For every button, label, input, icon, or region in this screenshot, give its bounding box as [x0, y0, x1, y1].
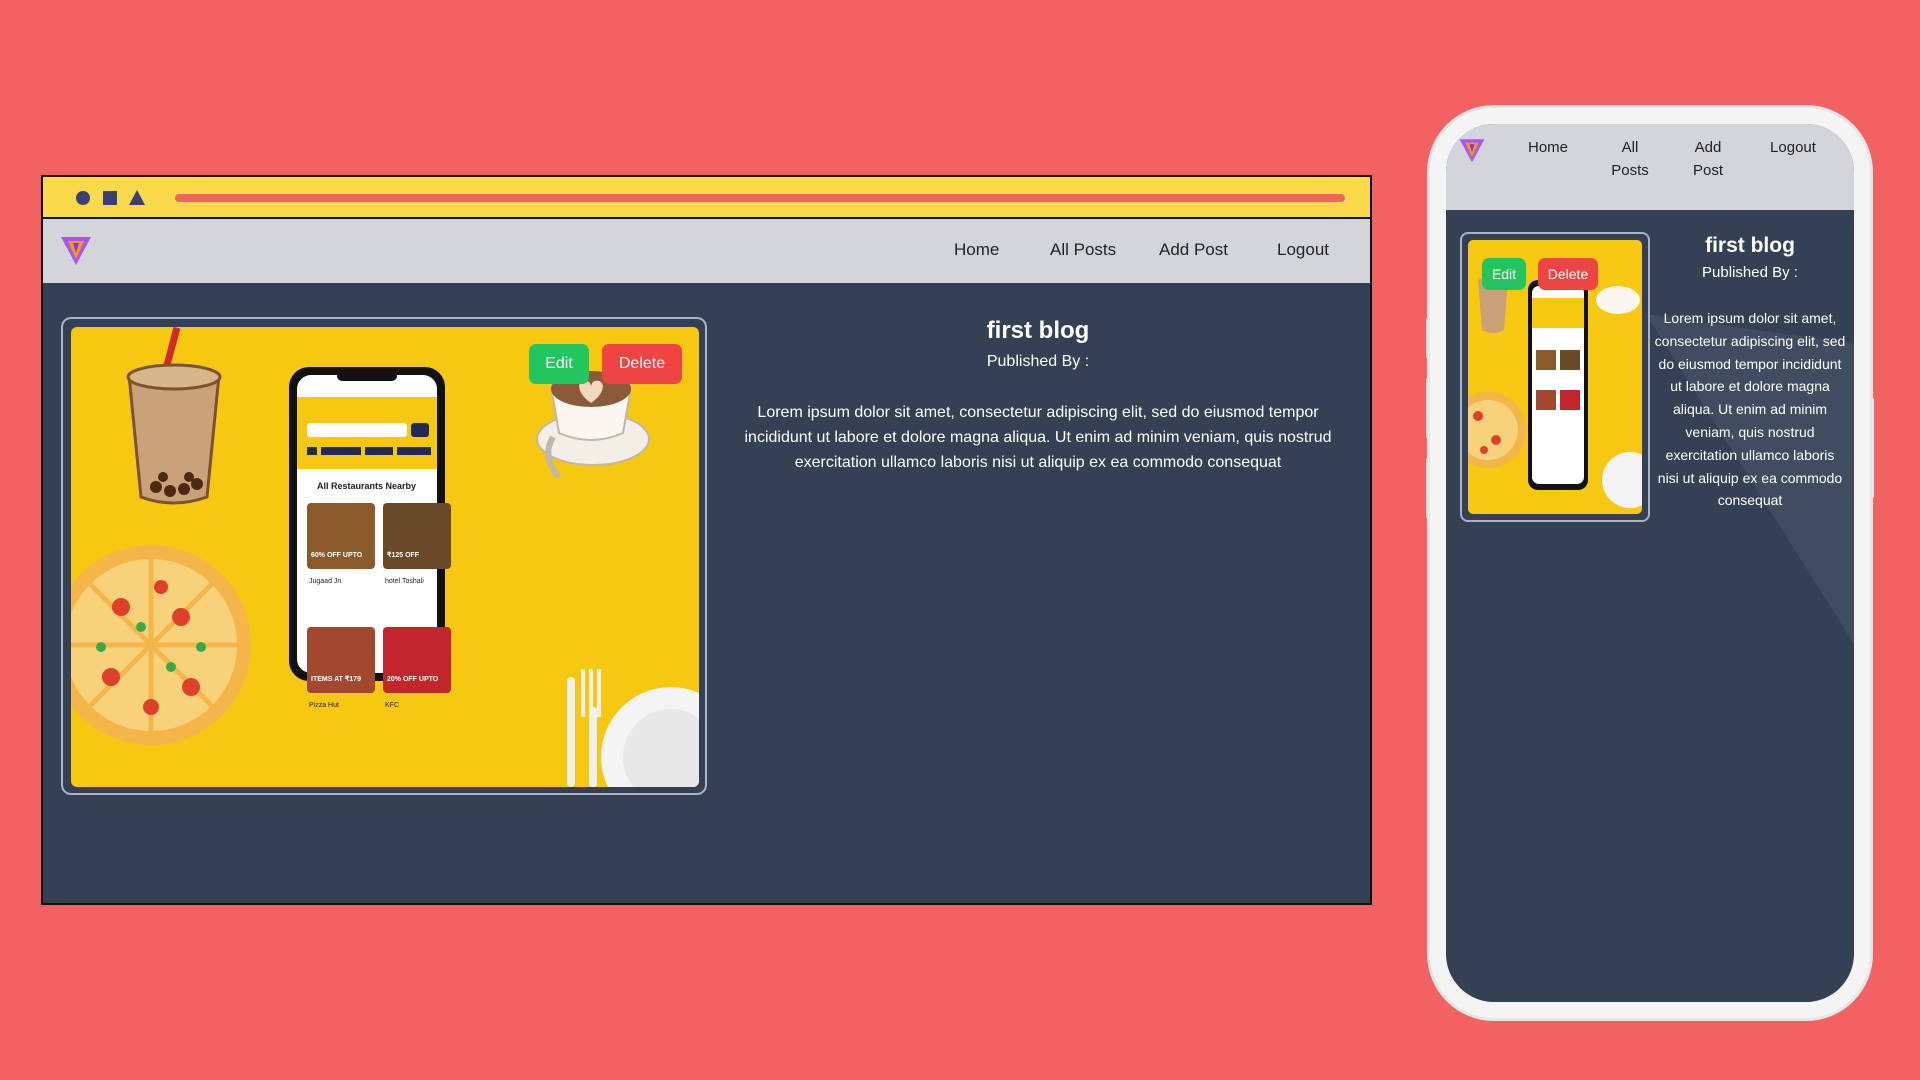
triangle-icon	[129, 190, 145, 205]
phone-navbar: Home All Posts Add Post Logout	[1446, 124, 1854, 210]
phone-nav-home[interactable]: Home	[1518, 136, 1578, 159]
navbar: Home All Posts Add Post Logout	[43, 219, 1370, 283]
desktop-browser-mockup: Home All Posts Add Post Logout All Resta…	[41, 175, 1372, 905]
svg-text:₹125 OFF: ₹125 OFF	[387, 551, 420, 559]
phone-post-title: first blog	[1705, 234, 1795, 257]
edit-button[interactable]: Edit	[529, 344, 589, 384]
delete-button[interactable]: Delete	[1538, 258, 1598, 290]
phone-screen: Home All Posts Add Post Logout Edit Dele…	[1446, 124, 1854, 1002]
svg-text:60% OFF UPTO: 60% OFF UPTO	[311, 552, 363, 559]
edit-button[interactable]: Edit	[1482, 258, 1526, 290]
post-title: first blog	[986, 317, 1090, 344]
svg-text:hotel Toshali: hotel Toshali	[385, 578, 424, 585]
phone-side-button	[1426, 458, 1430, 518]
nav-logout[interactable]: Logout	[1277, 240, 1329, 260]
svg-text:ITEMS AT ₹179: ITEMS AT ₹179	[311, 675, 361, 683]
phone-nav-all-posts[interactable]: All Posts	[1600, 136, 1660, 182]
svg-text:Pizza Hut: Pizza Hut	[309, 702, 339, 709]
browser-titlebar	[43, 177, 1370, 219]
svg-text:20% OFF UPTO: 20% OFF UPTO	[387, 676, 439, 683]
svg-text:KFC: KFC	[385, 702, 399, 709]
phone-nav-logout[interactable]: Logout	[1760, 136, 1826, 159]
phone-post-content: Lorem ipsum dolor sit amet, consectetur …	[1654, 310, 1846, 509]
square-icon	[103, 191, 117, 205]
delete-button[interactable]: Delete	[602, 344, 682, 384]
phone-mockup: Home All Posts Add Post Logout Edit Dele…	[1426, 108, 1874, 1018]
post-published-by: Published By :	[986, 353, 1090, 370]
food-app-illustration: All Restaurants Nearby 60% OFF UPTO ₹125…	[71, 327, 699, 787]
circle-icon	[76, 191, 90, 205]
post-thumbnail: All Restaurants Nearby 60% OFF UPTO ₹125…	[71, 327, 699, 787]
phone-side-button	[1426, 378, 1430, 438]
nav-add-post[interactable]: Add Post	[1159, 240, 1228, 260]
address-bar[interactable]	[175, 194, 1345, 202]
svg-text:All Restaurants Nearby: All Restaurants Nearby	[317, 481, 416, 491]
post-content: Lorem ipsum dolor sit amet, consectetur …	[744, 404, 1332, 471]
nav-all-posts[interactable]: All Posts	[1050, 240, 1116, 260]
logo-icon[interactable]	[59, 233, 93, 267]
svg-text:Jugaad Jn: Jugaad Jn	[309, 578, 341, 585]
phone-post-thumbnail: Edit Delete	[1468, 240, 1642, 514]
phone-nav-add-post[interactable]: Add Post	[1678, 136, 1738, 182]
phone-post-published-by: Published By :	[1702, 264, 1798, 281]
logo-icon[interactable]	[1458, 136, 1486, 164]
nav-home[interactable]: Home	[954, 240, 999, 260]
phone-side-button	[1870, 398, 1874, 498]
post-image-card: All Restaurants Nearby 60% OFF UPTO ₹125…	[61, 317, 707, 795]
phone-post-image-card: Edit Delete	[1460, 232, 1650, 522]
phone-side-button	[1426, 318, 1430, 358]
